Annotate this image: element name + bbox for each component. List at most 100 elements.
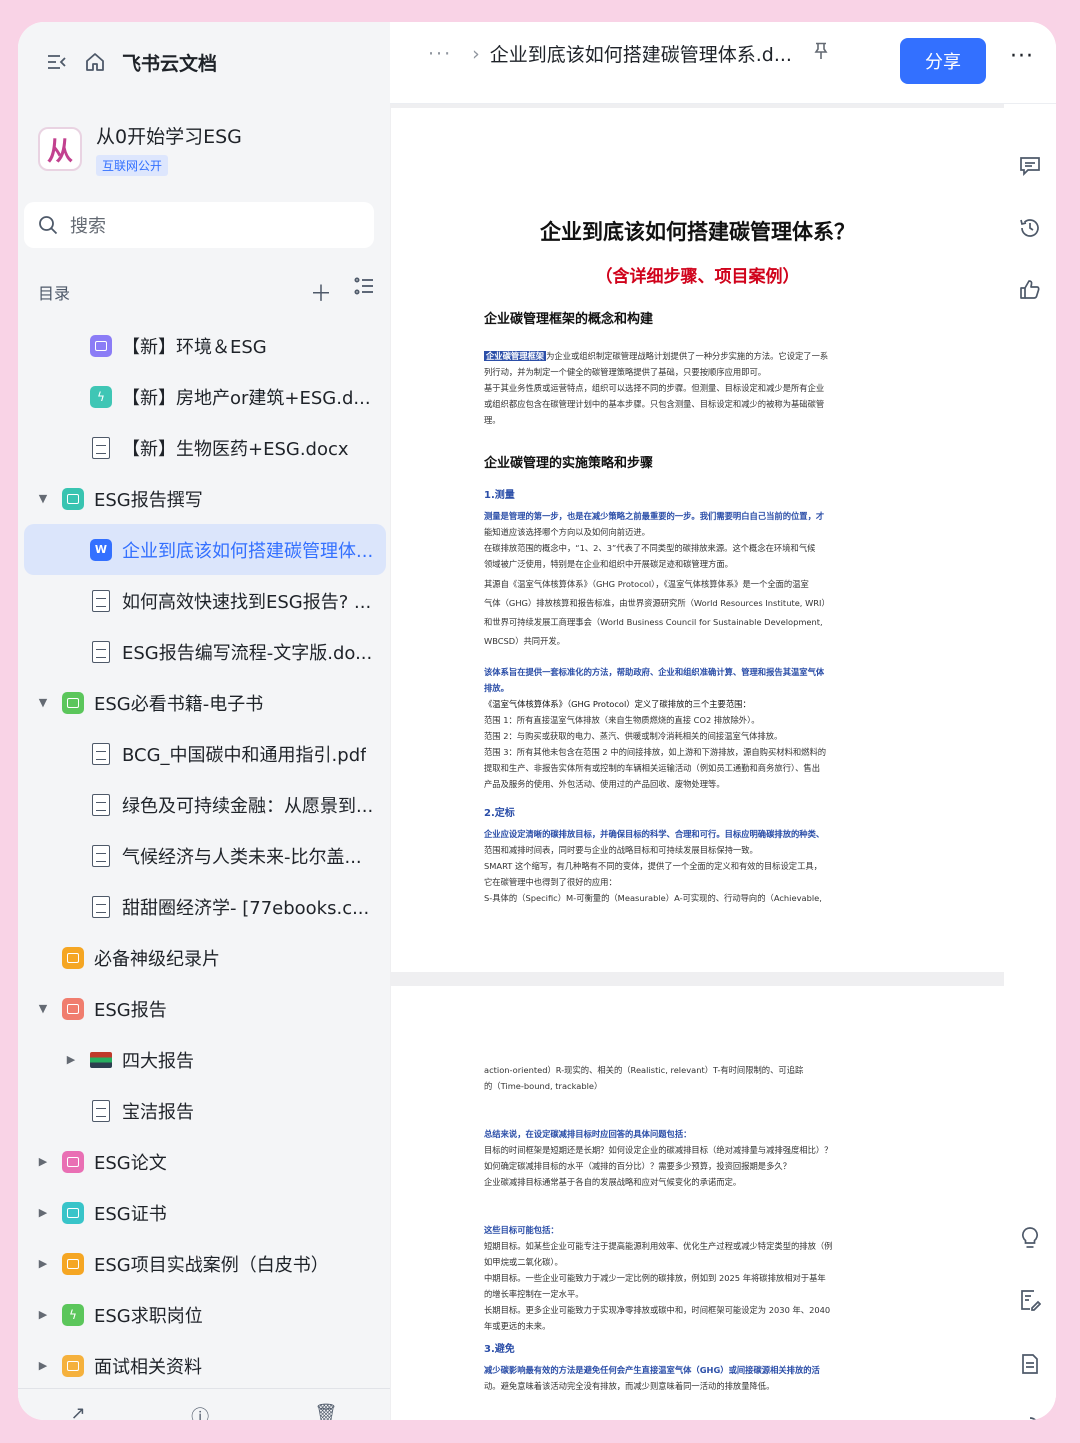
- more-options-icon[interactable]: ···: [1010, 44, 1034, 69]
- pdf-file-icon: [90, 844, 112, 867]
- caret-down-icon[interactable]: ▼: [36, 1002, 50, 1015]
- paragraph-line: 的（Time-bound, trackable）: [484, 1081, 603, 1091]
- toc-item[interactable]: ▼ ESG必看书籍-电子书: [24, 677, 386, 728]
- toc-item[interactable]: 宝洁报告: [24, 1085, 386, 1136]
- share-button[interactable]: 分享: [900, 38, 986, 84]
- caret-right-icon[interactable]: ▶: [36, 1308, 50, 1321]
- paragraph-line: 如何确定碳减排目标的水平（减排的百分比）？需要多少预算，投资回报期是多久？: [484, 1161, 791, 1171]
- edit-doc-icon[interactable]: [1018, 1288, 1042, 1312]
- paragraph-line: 总结来说，在设定碳减排目标时应回答的具体问题包括：: [484, 1129, 692, 1139]
- help-icon[interactable]: [1018, 1414, 1042, 1420]
- caret-down-icon[interactable]: ▼: [36, 696, 50, 709]
- paragraph-line: action-oriented）R-现实的、相关的（Realistic, rel…: [484, 1065, 804, 1075]
- toc-item-label: 宝洁报告: [122, 1101, 194, 1123]
- doc-title-crumb[interactable]: 企业到底该如何搭建碳管理体系.d...: [490, 40, 792, 67]
- toc-item[interactable]: ▶ ϟ ESG求职岗位: [24, 1289, 386, 1340]
- step-heading: 1.测量: [484, 490, 515, 501]
- toc-item[interactable]: ▶ ESG项目实战案例（白皮书）: [24, 1238, 386, 1289]
- toc-item[interactable]: ▶ ESG证书: [24, 1187, 386, 1238]
- caret-right-icon[interactable]: ▶: [36, 1206, 50, 1219]
- toc-item[interactable]: ▶ 面试相关资料: [24, 1340, 386, 1391]
- trash-icon[interactable]: 🗑: [314, 1403, 337, 1420]
- pdf-file-icon: [90, 589, 112, 612]
- toc-item-label: ESG求职岗位: [94, 1305, 203, 1327]
- paragraph-line: 范围 2：与购买或获取的电力、蒸汽、供暖或制冷消耗相关的间接温室气体排放。: [484, 731, 783, 741]
- toc-item[interactable]: 如何高效快速找到ESG报告? ...: [24, 575, 386, 626]
- collapse-sidebar-icon[interactable]: [46, 51, 68, 73]
- toc-item-label: 甜甜圈经济学- [77ebooks.c...: [122, 897, 370, 919]
- teal-folder-icon: [62, 487, 84, 510]
- toc-item[interactable]: ESG报告编写流程-文字版.do...: [24, 626, 386, 677]
- toc-item[interactable]: 必备神级纪录片: [24, 932, 386, 983]
- paragraph-line: 该体系旨在提供一套标准化的方法，帮助政府、企业和组织准确计算、管理和报告其温室气…: [484, 667, 825, 677]
- toc-item[interactable]: BCG_中国碳中和通用指引.pdf: [24, 728, 386, 779]
- caret-down-icon[interactable]: ▼: [36, 492, 50, 505]
- paragraph-line: 《温室气体核算体系》（GHG Protocol）定义了碳排放的三个主要范围：: [484, 699, 751, 709]
- paragraph-line: 列行动，并为制定一个健全的碳管理策略提供了基础，只要按顺序应用即可。: [484, 367, 767, 377]
- step-heading: 2.定标: [484, 808, 515, 819]
- history-icon[interactable]: [1018, 216, 1042, 240]
- workspace-logo: 从: [38, 127, 82, 171]
- toc-item[interactable]: ▶ 四大报告: [24, 1034, 386, 1085]
- toc-item-label: 必备神级纪录片: [94, 948, 220, 970]
- toc-item-label: ESG必看书籍-电子书: [94, 693, 264, 715]
- topbar: ··· › 企业到底该如何搭建碳管理体系.d... 分享 ···: [390, 22, 1056, 104]
- toc-item[interactable]: ▶ ESG论文: [24, 1136, 386, 1187]
- list-options-icon[interactable]: [354, 276, 374, 308]
- paragraph-line: 产品及服务的使用、外包活动、使用过的产品回收、废物处理等。: [484, 779, 725, 789]
- app-brand[interactable]: 飞书云文档: [122, 49, 217, 76]
- red-folder-icon: [62, 997, 84, 1020]
- paragraph-line: 长期目标。更多企业可能致力于实现净零排放或碳中和，时间框架可能设定为 2030 …: [484, 1305, 831, 1315]
- caret-right-icon[interactable]: ▶: [64, 1053, 78, 1066]
- search-input[interactable]: 搜索: [24, 202, 374, 248]
- toc-item-label: ESG论文: [94, 1152, 167, 1174]
- sidebar-header: 飞书云文档: [46, 48, 217, 76]
- caret-right-icon[interactable]: ▶: [36, 1155, 50, 1168]
- highlighted-term: 企业碳管理框架: [484, 351, 547, 361]
- toc-item[interactable]: ▼ ESG报告撰写: [24, 473, 386, 524]
- toc-item[interactable]: 甜甜圈经济学- [77ebooks.c...: [24, 881, 386, 932]
- workspace-title[interactable]: 从0开始学习ESG: [96, 122, 242, 149]
- share-arrow-icon[interactable]: ↗: [71, 1403, 86, 1420]
- paragraph-line: 排放。: [484, 683, 509, 693]
- caret-right-icon[interactable]: ▶: [36, 1359, 50, 1372]
- like-icon[interactable]: [1018, 278, 1042, 302]
- paragraph-line: WBCSD）共同开发。: [484, 636, 565, 646]
- paragraph-line: 它在碳管理中也得到了很好的应用：: [484, 877, 617, 887]
- toc-item[interactable]: W 企业到底该如何搭建碳管理体...: [24, 524, 386, 575]
- document-page-2: action-oriented）R-现实的、相关的（Realistic, rel…: [391, 986, 1004, 1420]
- right-toolbar: [1004, 104, 1056, 1420]
- paragraph-line: S-具体的（Specific）M-可衡量的（Measurable）A-可实现的、…: [484, 893, 822, 903]
- toc-item[interactable]: 【新】环境＆ESG: [24, 320, 386, 371]
- word-doc-icon: W: [90, 538, 112, 561]
- toc-header: 目录 ＋: [38, 276, 374, 308]
- toc-item[interactable]: ▼ ESG报告: [24, 983, 386, 1034]
- paragraph-line: 在碳排放范围的概念中，“1、2、3”代表了不同类型的碳排放来源。这个概念在环境和…: [484, 543, 816, 553]
- step-heading: 3.避免: [484, 1344, 515, 1355]
- paragraph-line: 气体（GHG）排放核算和报告标准，由世界资源研究所（World Resource…: [484, 598, 830, 608]
- pdf-file-icon: [90, 742, 112, 765]
- orange-folder-icon: [62, 1252, 84, 1275]
- toc-item[interactable]: 【新】生物医药+ESG.docx: [24, 422, 386, 473]
- comment-icon[interactable]: [1018, 154, 1042, 178]
- outline-icon[interactable]: [1018, 1352, 1042, 1376]
- toc-item[interactable]: ϟ 【新】房地产or建筑+ESG.d...: [24, 371, 386, 422]
- caret-right-icon[interactable]: ▶: [36, 1257, 50, 1270]
- toc-item-label: 【新】环境＆ESG: [122, 336, 267, 358]
- paragraph-line: 和世界可持续发展工商理事会（World Business Council for…: [484, 617, 823, 627]
- breadcrumb-more-icon[interactable]: ···: [428, 43, 452, 65]
- books-icon: [90, 1051, 112, 1068]
- section-heading: 企业碳管理框架的概念和构建: [484, 312, 654, 327]
- chevron-right-icon: ›: [472, 42, 480, 65]
- yellow-folder-icon: [62, 1354, 84, 1377]
- pin-icon[interactable]: [814, 42, 828, 65]
- home-icon[interactable]: [84, 51, 106, 73]
- toc-item[interactable]: 气候经济与人类未来-比尔盖...: [24, 830, 386, 881]
- toc-item[interactable]: 绿色及可持续金融：从愿景到...: [24, 779, 386, 830]
- lightbulb-icon[interactable]: [1018, 1226, 1042, 1250]
- add-icon[interactable]: ＋: [310, 276, 332, 308]
- document-viewer[interactable]: 企业到底该如何搭建碳管理体系？ （含详细步骤、项目案例） 企业碳管理框架的概念和…: [390, 104, 1004, 1420]
- info-icon[interactable]: ⓘ: [191, 1403, 209, 1420]
- paragraph-line: 目标的时间框架是短期还是长期？如何设定企业的碳减排目标（绝对减排量与减排强度相比…: [484, 1145, 833, 1155]
- breadcrumb: ··· › 企业到底该如何搭建碳管理体系.d...: [428, 40, 828, 67]
